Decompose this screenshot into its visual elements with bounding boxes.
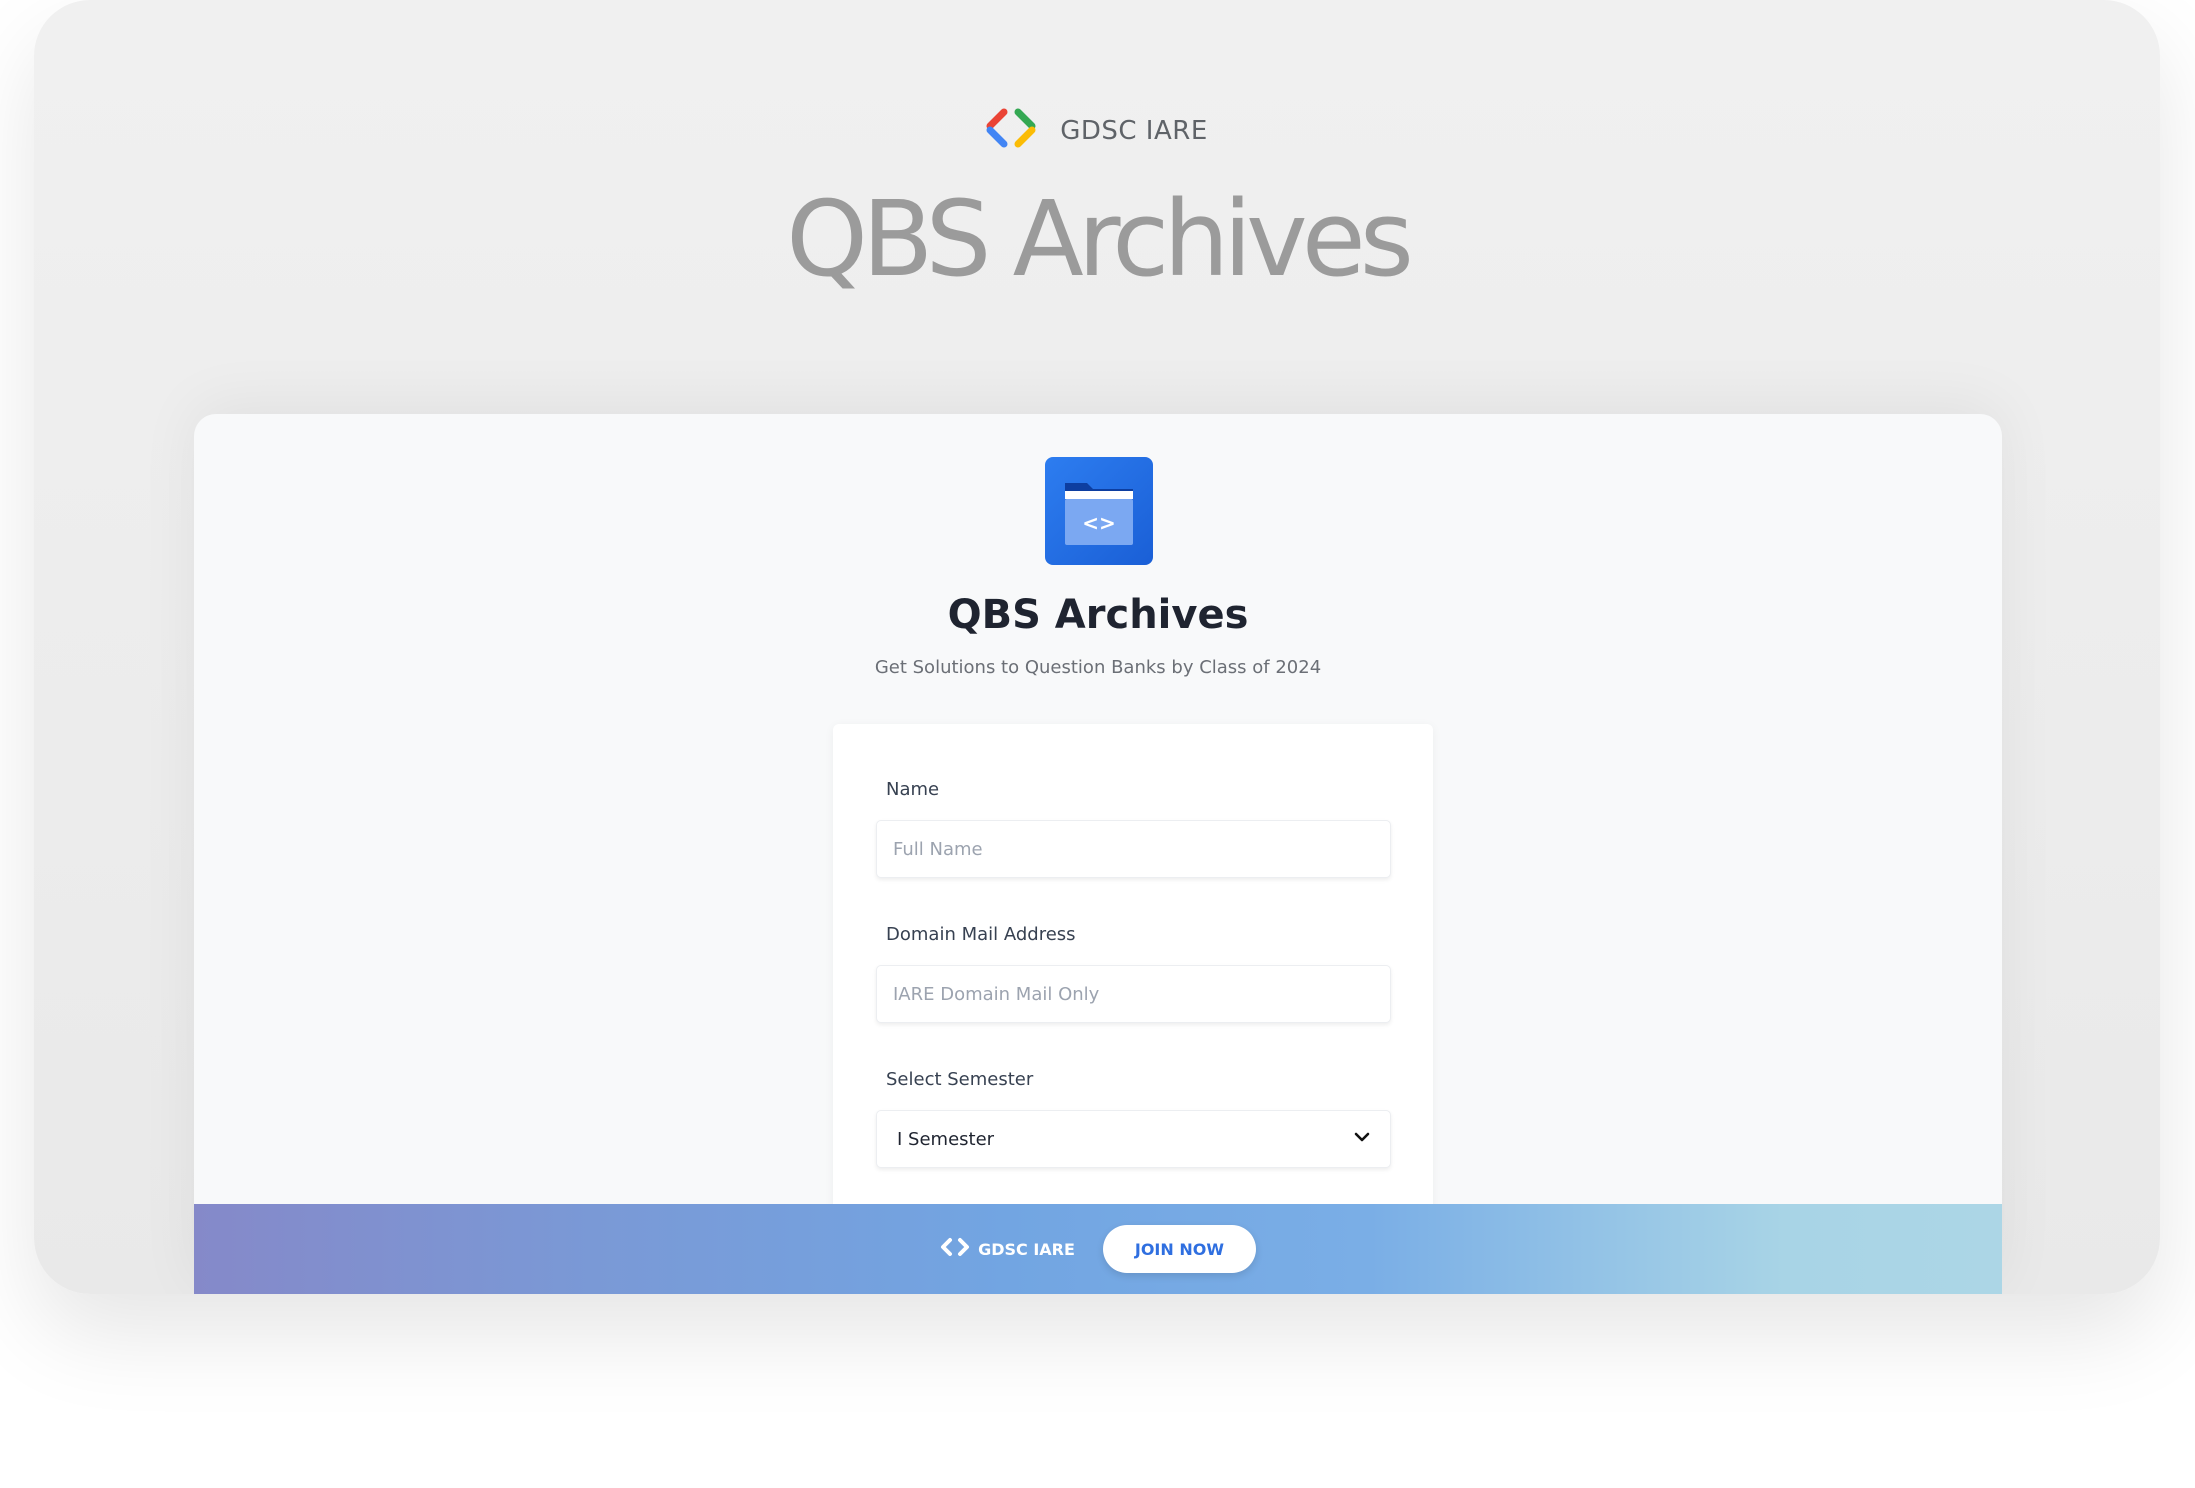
app-title: QBS Archives <box>947 592 1249 638</box>
app-subtitle: Get Solutions to Question Banks by Class… <box>874 657 1322 678</box>
semester-label: Select Semester <box>886 1069 1034 1090</box>
gdsc-brand-name: GDSC IARE <box>1060 115 1208 146</box>
code-folder-icon: <> <box>1045 457 1153 565</box>
footer-brand: GDSC IARE <box>940 1237 1075 1262</box>
gdsc-brand-header: GDSC IARE <box>34 108 2160 153</box>
showcase-frame: GDSC IARE QBS Archives <> QBS Archives G… <box>34 0 2160 1294</box>
footer-brand-name: GDSC IARE <box>978 1239 1075 1259</box>
name-label: Name <box>886 779 940 800</box>
chevron-down-icon <box>1354 1130 1370 1148</box>
showcase-stage: GDSC IARE QBS Archives <> QBS Archives G… <box>0 0 2195 1488</box>
gdsc-brackets-icon <box>986 108 1050 153</box>
svg-text:<>: <> <box>1082 511 1116 535</box>
name-input[interactable] <box>876 820 1391 878</box>
email-label: Domain Mail Address <box>886 924 1076 945</box>
gdsc-brackets-icon <box>940 1237 974 1262</box>
email-input[interactable] <box>876 965 1391 1023</box>
app-preview-window: <> QBS Archives Get Solutions to Questio… <box>194 414 2002 1294</box>
semester-selected-value: I Semester <box>897 1128 995 1150</box>
semester-select[interactable]: I Semester <box>876 1110 1391 1168</box>
hero-title: QBS Archives <box>786 178 1414 300</box>
join-now-button[interactable]: JOIN NOW <box>1102 1225 1256 1273</box>
join-banner: GDSC IARE JOIN NOW <box>194 1204 2002 1294</box>
